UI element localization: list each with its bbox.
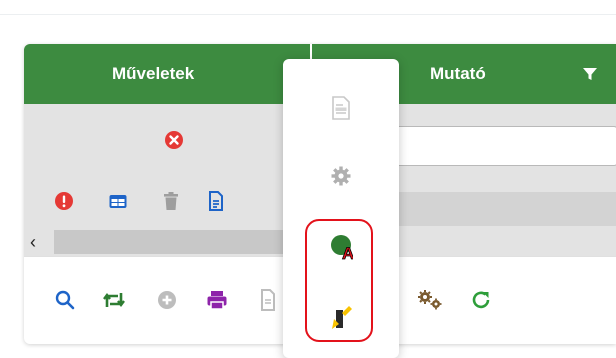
search-icon[interactable]: [54, 288, 76, 312]
document-icon[interactable]: [208, 190, 224, 212]
column-header-muveletek[interactable]: Műveletek: [112, 64, 194, 84]
printer-icon[interactable]: [206, 288, 228, 312]
highlight-annotation: [305, 219, 373, 342]
file-icon[interactable]: [260, 288, 276, 312]
retweet-arrows-icon[interactable]: [102, 288, 126, 312]
plus-circle-icon[interactable]: [156, 288, 178, 312]
refresh-icon[interactable]: [470, 288, 492, 312]
cogs-icon[interactable]: [416, 288, 444, 312]
table-icon[interactable]: [108, 190, 128, 212]
filter-funnel-icon[interactable]: [582, 66, 598, 82]
settings-gear-icon[interactable]: [331, 166, 351, 186]
pdf-file-icon[interactable]: [331, 96, 351, 120]
scroll-left-arrow[interactable]: ‹: [30, 232, 36, 253]
trash-icon[interactable]: [162, 190, 180, 212]
column-header-mutato[interactable]: Mutató: [430, 64, 486, 84]
horizontal-scrollbar[interactable]: [54, 230, 304, 254]
alert-icon[interactable]: [54, 190, 74, 212]
top-divider: [0, 14, 616, 15]
clear-x-icon[interactable]: [164, 130, 184, 150]
